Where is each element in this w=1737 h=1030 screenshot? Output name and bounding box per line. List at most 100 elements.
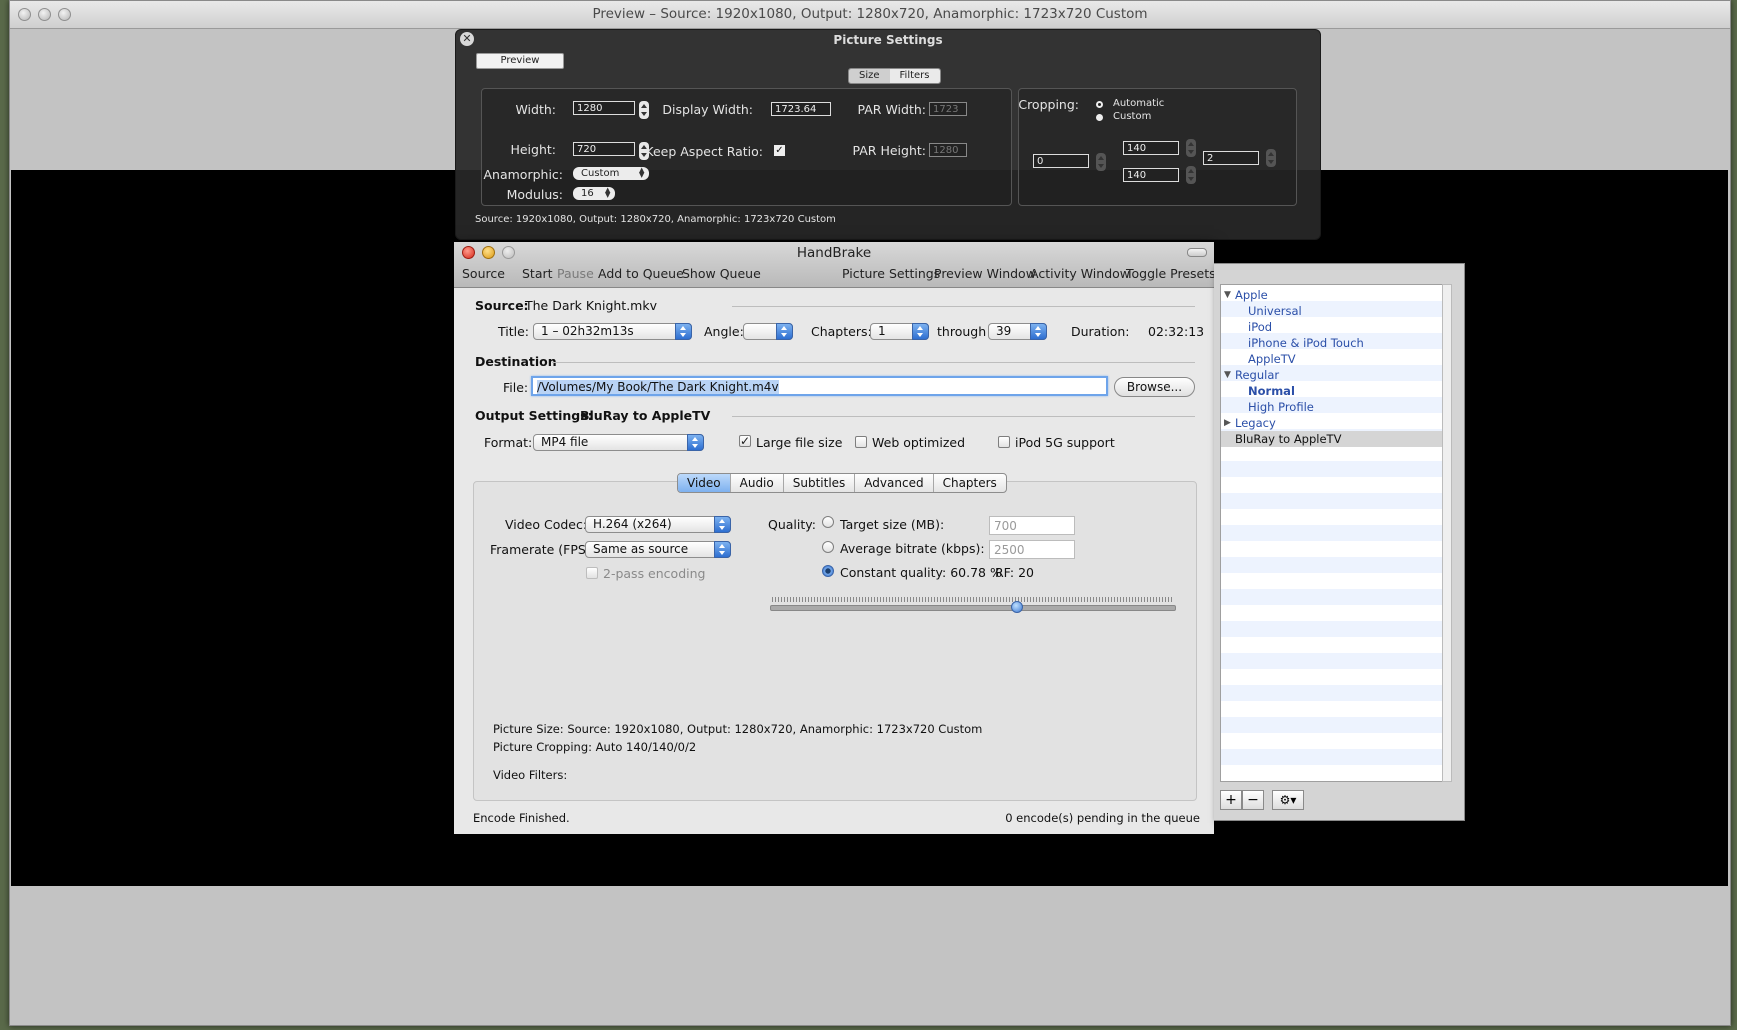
toolbar-add-to-queue[interactable]: Add to Queue: [598, 266, 684, 281]
quality-slider-knob[interactable]: [1010, 601, 1023, 613]
preset-item-iphone-ipod-touch[interactable]: iPhone & iPod Touch: [1221, 335, 1443, 351]
file-path-input[interactable]: /Volumes/My Book/The Dark Knight.m4v: [531, 376, 1108, 396]
cropping-automatic-radio[interactable]: [1096, 101, 1103, 108]
preset-item-normal[interactable]: Normal: [1221, 383, 1443, 399]
presets-list[interactable]: ▼ Apple Universal iPod iPhone & iPod Touc…: [1220, 284, 1444, 782]
average-bitrate-input[interactable]: 2500: [989, 540, 1075, 559]
two-pass-checkbox[interactable]: [586, 567, 598, 579]
preview-button[interactable]: Preview: [476, 53, 564, 69]
quality-slider-ticks: [772, 597, 1172, 602]
crop-bottom-field[interactable]: 140: [1123, 168, 1179, 182]
anamorphic-select[interactable]: Custom ▲ ▼: [573, 167, 649, 180]
remove-preset-button[interactable]: −: [1242, 790, 1264, 810]
preview-window-titlebar: Preview – Source: 1920x1080, Output: 128…: [10, 1, 1730, 29]
preset-item-universal[interactable]: Universal: [1221, 303, 1443, 319]
target-size-input[interactable]: 700: [989, 516, 1075, 535]
close-icon[interactable]: [18, 8, 31, 21]
crop-bottom-stepper[interactable]: [1186, 166, 1196, 184]
presets-scrollbar[interactable]: [1442, 284, 1452, 782]
tab-subtitles[interactable]: Subtitles: [784, 474, 856, 492]
par-width-field[interactable]: 1723: [929, 102, 967, 116]
ipod-5g-label: iPod 5G support: [1015, 435, 1115, 450]
tab-chapters[interactable]: Chapters: [934, 474, 1006, 492]
toolbar-show-queue[interactable]: Show Queue: [682, 266, 761, 281]
tab-video[interactable]: Video: [678, 474, 731, 492]
chevron-updown-icon: ▲ ▼: [639, 166, 645, 179]
preset-group-legacy[interactable]: ▶ Legacy: [1221, 415, 1443, 431]
cropping-custom-label: Custom: [1113, 111, 1152, 122]
toolbar-start[interactable]: Start: [522, 266, 553, 281]
minimize-icon[interactable]: [38, 8, 51, 21]
modulus-value: 16: [581, 188, 594, 199]
preset-item-ipod[interactable]: iPod: [1221, 319, 1443, 335]
toolbar-picture-settings[interactable]: Picture Settings: [842, 266, 940, 281]
angle-label: Angle:: [704, 324, 744, 339]
chevron-updown-icon: [776, 323, 793, 340]
angle-select[interactable]: [743, 323, 793, 340]
video-codec-select[interactable]: H.264 (x264): [585, 516, 731, 533]
preset-item-appletv[interactable]: AppleTV: [1221, 351, 1443, 367]
tab-audio[interactable]: Audio: [731, 474, 784, 492]
zoom-icon[interactable]: [58, 8, 71, 21]
web-optimized-checkbox[interactable]: [855, 436, 867, 448]
target-size-radio[interactable]: [822, 516, 834, 528]
toolbar-preview-window[interactable]: Preview Window: [934, 266, 1036, 281]
preset-item-high-profile[interactable]: High Profile: [1221, 399, 1443, 415]
crop-right-field[interactable]: 2: [1203, 151, 1259, 165]
add-preset-button[interactable]: +: [1220, 790, 1242, 810]
tab-size[interactable]: Size: [849, 69, 890, 83]
browse-button[interactable]: Browse...: [1114, 377, 1195, 397]
large-file-checkbox[interactable]: [739, 435, 751, 447]
toolbar-source[interactable]: Source: [462, 266, 505, 281]
preset-actions-gear-icon[interactable]: ⚙▾: [1272, 790, 1304, 810]
ipod-5g-checkbox[interactable]: [998, 436, 1010, 448]
toolbar-activity-window[interactable]: Activity Window: [1030, 266, 1130, 281]
quality-label: Quality:: [768, 517, 816, 532]
title-select[interactable]: 1 – 02h32m13s: [533, 323, 692, 340]
title-label: Title:: [498, 324, 529, 339]
modulus-select[interactable]: 16 ▲ ▼: [573, 187, 615, 200]
preset-item-bluray-to-appletv[interactable]: BluRay to AppleTV: [1221, 431, 1443, 447]
crop-top-field[interactable]: 140: [1123, 141, 1179, 155]
constant-quality-radio[interactable]: [822, 565, 834, 577]
picture-cropping-info: Picture Cropping: Auto 140/140/0/2: [493, 740, 697, 754]
crop-left-stepper[interactable]: [1096, 153, 1106, 171]
picture-settings-tabs: Size Filters: [848, 68, 941, 84]
par-height-field[interactable]: 1280: [929, 143, 967, 157]
toolbar-toggle-presets[interactable]: Toggle Presets: [1126, 266, 1216, 281]
picture-settings-summary: Source: 1920x1080, Output: 1280x720, Ana…: [475, 214, 836, 225]
crop-right-stepper[interactable]: [1266, 149, 1276, 167]
disclosure-open-icon[interactable]: ▼: [1224, 287, 1231, 303]
average-bitrate-radio[interactable]: [822, 541, 834, 553]
framerate-select[interactable]: Same as source: [585, 541, 731, 558]
width-field[interactable]: 1280: [573, 101, 635, 115]
cropping-custom-radio[interactable]: [1096, 114, 1103, 121]
chapters-to-select[interactable]: 39: [988, 323, 1047, 340]
disclosure-open-icon[interactable]: ▼: [1224, 367, 1231, 383]
display-width-field[interactable]: 1723.64: [771, 102, 831, 116]
chevron-updown-icon: [1030, 323, 1047, 340]
par-height-label: PAR Height:: [852, 143, 926, 158]
height-field[interactable]: 720: [573, 142, 635, 156]
close-icon[interactable]: ✕: [460, 32, 474, 46]
chevron-updown-icon: [912, 323, 929, 340]
disclosure-closed-icon[interactable]: ▶: [1224, 415, 1231, 431]
video-codec-label: Video Codec:: [505, 517, 588, 532]
queue-status-text: 0 encode(s) pending in the queue: [1005, 811, 1200, 825]
chevron-updown-icon: [714, 516, 731, 533]
framerate-value: Same as source: [593, 542, 689, 556]
crop-top-stepper[interactable]: [1186, 139, 1196, 157]
toolbar-pause[interactable]: Pause: [557, 266, 594, 281]
keep-aspect-checkbox[interactable]: ✓: [774, 145, 785, 156]
tab-filters[interactable]: Filters: [889, 69, 940, 83]
preset-group-regular[interactable]: ▼ Regular: [1221, 367, 1443, 383]
chapters-from-select[interactable]: 1: [870, 323, 929, 340]
toolbar-toggle-icon[interactable]: [1187, 248, 1207, 257]
format-select[interactable]: MP4 file: [533, 434, 704, 451]
crop-left-field[interactable]: 0: [1033, 154, 1089, 168]
chevron-updown-icon: ▲ ▼: [605, 186, 611, 199]
preset-group-apple[interactable]: ▼ Apple: [1221, 287, 1443, 303]
quality-slider[interactable]: [770, 605, 1176, 611]
duration-value: 02:32:13: [1148, 324, 1205, 339]
tab-advanced[interactable]: Advanced: [855, 474, 934, 492]
